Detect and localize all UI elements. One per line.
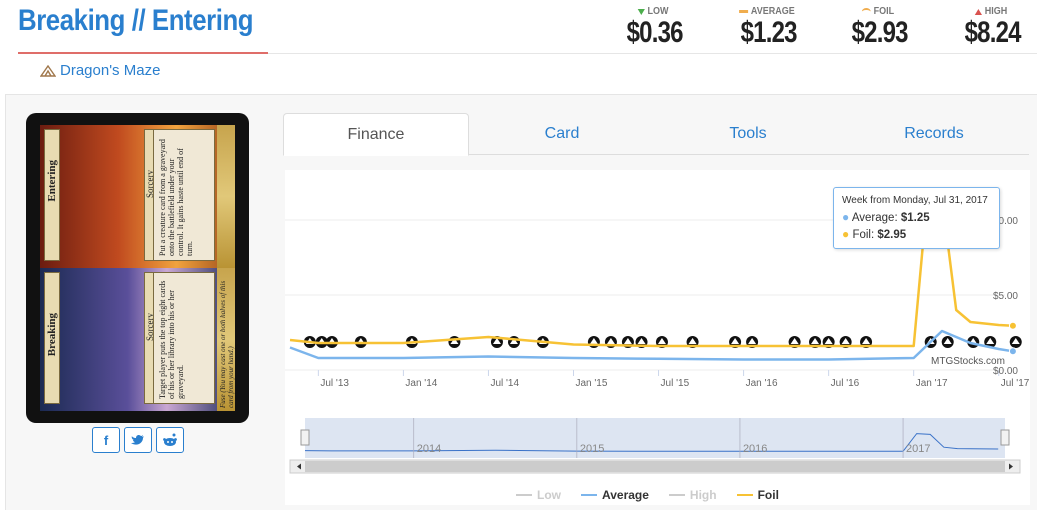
high-up-icon: [974, 8, 982, 15]
legend-label: Average: [602, 488, 649, 502]
tab-card[interactable]: Card: [469, 113, 655, 155]
series-point: [1008, 321, 1017, 330]
legend-label: Low: [537, 488, 561, 502]
navigator-label: 2015: [580, 443, 604, 455]
scrollbar-thumb[interactable]: [305, 461, 1005, 472]
legend-item-high[interactable]: High: [668, 488, 717, 502]
x-tick-label: Jan '16: [746, 378, 778, 389]
legend-item-low[interactable]: Low: [516, 488, 561, 502]
card-half-text: Target player puts the top eight cards o…: [158, 280, 185, 399]
navigator-handle[interactable]: [300, 429, 310, 446]
card-half-bottom: Breaking Sorcery Target player puts the …: [40, 268, 235, 411]
x-tick-label: Jan '15: [575, 378, 607, 389]
tab-bar: Finance Card Tools Records: [283, 113, 1029, 156]
set-name: Dragon's Maze: [60, 62, 161, 79]
chart-tooltip: Week from Monday, Jul 31, 2017 ● Average…: [833, 187, 1000, 249]
twitter-icon: [131, 434, 144, 445]
set-link[interactable]: Dragon's Maze: [40, 62, 160, 79]
twitter-share-button[interactable]: [124, 427, 152, 453]
facebook-icon: f: [103, 432, 109, 448]
x-tick-label: Jan '17: [916, 378, 948, 389]
tooltip-average-value: $1.25: [900, 212, 930, 224]
legend-item-average[interactable]: Average: [581, 488, 649, 502]
navigator-range[interactable]: [305, 418, 1005, 458]
reddit-icon: [163, 433, 177, 446]
set-symbol-icon: [40, 64, 56, 77]
header-divider: [268, 53, 1037, 54]
share-buttons: f: [92, 427, 184, 453]
card-half-name: Entering: [46, 160, 58, 202]
price-value: $2.93: [851, 16, 909, 49]
low-down-icon: [637, 8, 645, 15]
title-underline: [18, 52, 268, 54]
set-release-icon[interactable]: [587, 336, 600, 348]
x-tick-label: Jul '16: [831, 378, 860, 389]
card-half-name: Breaking: [46, 313, 58, 357]
tab-tools[interactable]: Tools: [655, 113, 841, 155]
navigator-label: 2017: [906, 443, 930, 455]
price-foil: FOIL $2.93: [845, 6, 911, 48]
card-fuse-text: Fuse (You may cast one or both halves of…: [219, 280, 235, 408]
price-low: LOW $0.36: [620, 6, 686, 48]
y-tick-label: $0.00: [993, 366, 1018, 377]
navigator-label: 2016: [743, 443, 767, 455]
average-dash-icon: [739, 10, 749, 13]
card-half-text: Put a creature card from a graveyard ont…: [158, 139, 194, 256]
price-value: $1.23: [740, 16, 798, 49]
x-tick-label: Jul '14: [490, 378, 519, 389]
set-release-icon[interactable]: [941, 336, 954, 348]
foil-arc-icon: [861, 7, 871, 16]
series-point: [1008, 347, 1017, 356]
price-high: HIGH $8.24: [958, 6, 1024, 48]
reddit-share-button[interactable]: [156, 427, 184, 453]
legend-item-foil[interactable]: Foil: [736, 488, 779, 502]
set-release-icon[interactable]: [1009, 336, 1022, 348]
legend-label: Foil: [757, 488, 779, 502]
tooltip-header: Week from Monday, Jul 31, 2017: [842, 195, 988, 206]
tooltip-foil-label: Foil:: [852, 229, 875, 241]
tab-records[interactable]: Records: [841, 113, 1027, 155]
navigator-handle[interactable]: [1000, 429, 1010, 446]
price-average: AVERAGE $1.23: [734, 6, 800, 48]
navigator-label: 2014: [417, 443, 441, 455]
card-half-top: Entering Sorcery Put a creature card fro…: [40, 125, 235, 268]
facebook-share-button[interactable]: f: [92, 427, 120, 453]
legend-label: High: [689, 488, 717, 502]
tab-finance[interactable]: Finance: [283, 113, 469, 156]
tooltip-average-label: Average:: [851, 212, 898, 224]
x-tick-label: Jul '15: [661, 378, 690, 389]
set-release-icon[interactable]: [448, 336, 461, 348]
y-tick-label: $5.00: [993, 291, 1018, 302]
price-value: $0.36: [626, 16, 684, 49]
x-tick-label: Jul '13: [320, 378, 349, 389]
x-tick-label: Jul '17: [1001, 378, 1030, 389]
price-value: $8.24: [964, 16, 1022, 49]
x-tick-label: Jan '14: [405, 378, 437, 389]
card-image[interactable]: Entering Sorcery Put a creature card fro…: [26, 113, 249, 423]
page-title: Breaking // Entering: [18, 4, 254, 37]
chart-legend: Low Average High Foil: [516, 488, 779, 502]
tooltip-foil-value: $2.95: [877, 229, 907, 241]
